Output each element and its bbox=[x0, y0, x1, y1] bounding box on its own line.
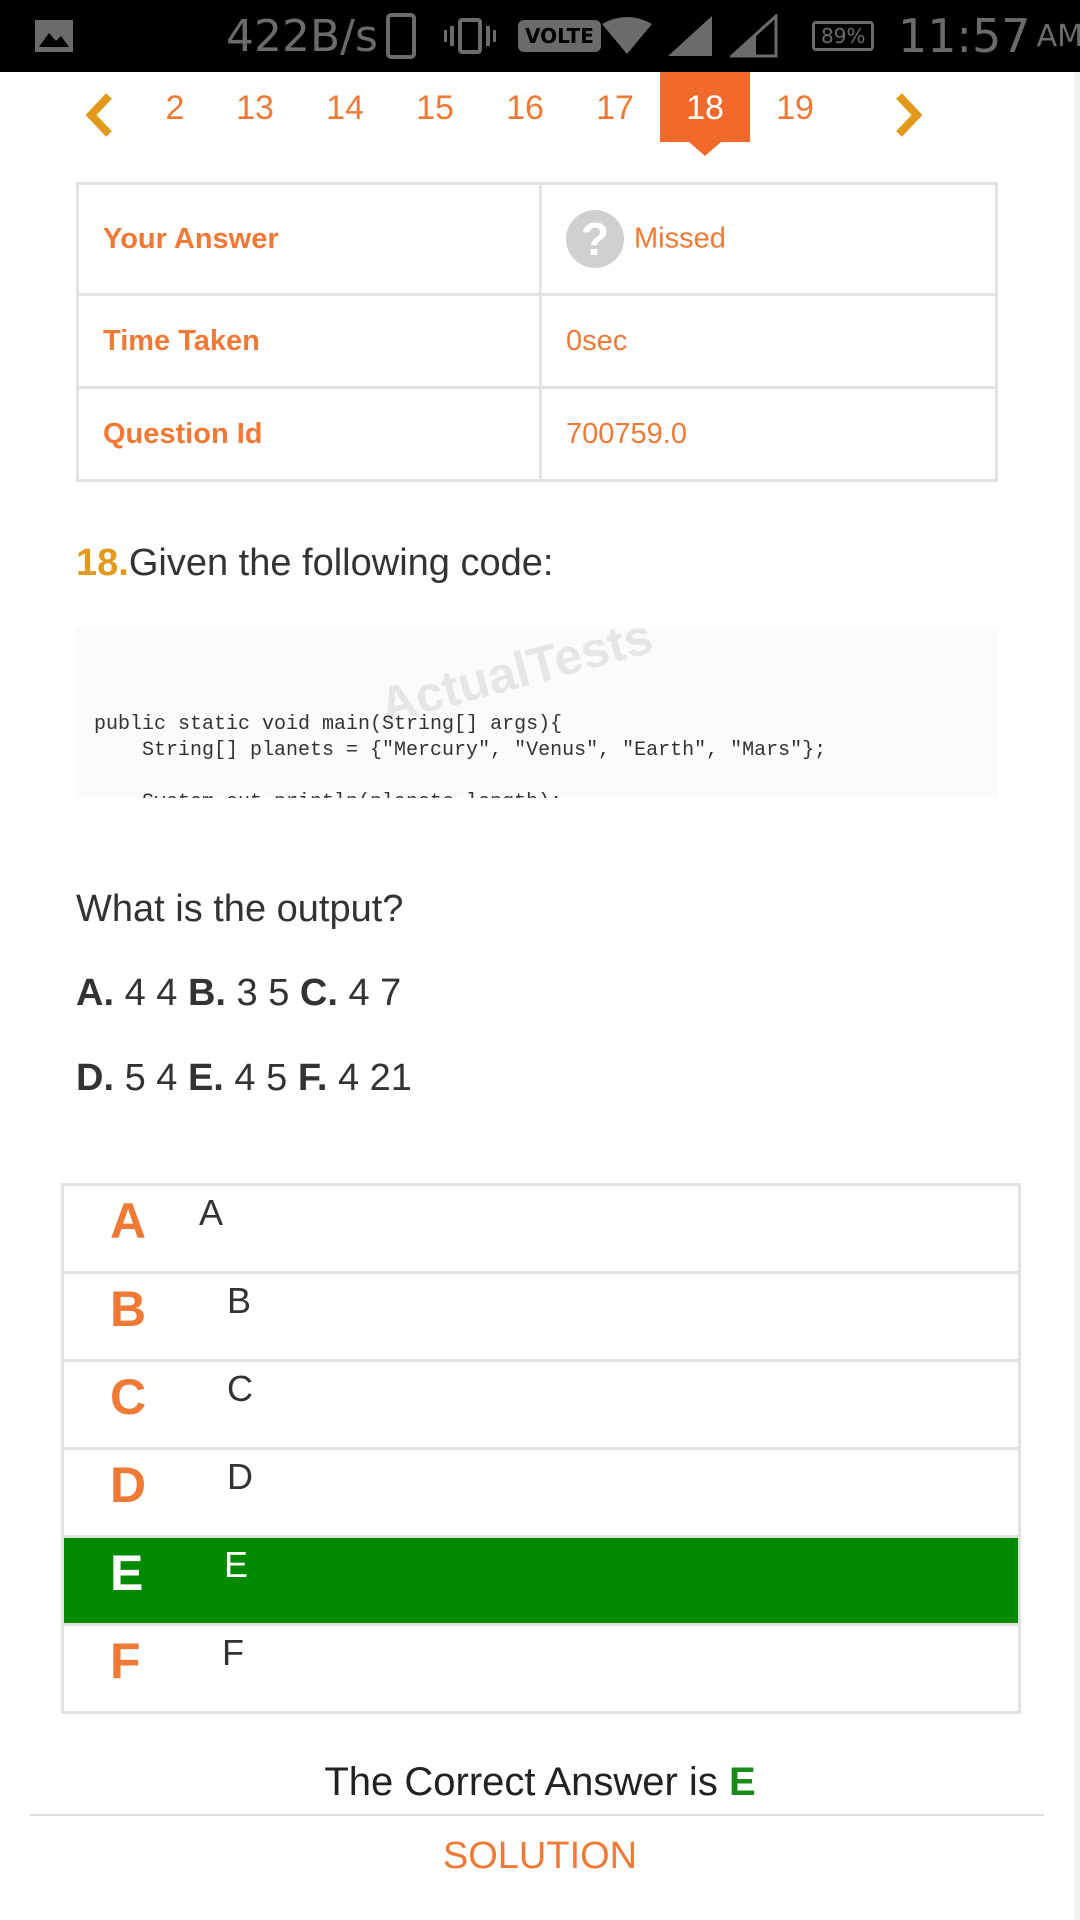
info-row-question-id: Question Id 700759.0 bbox=[76, 386, 998, 482]
chevron-right-icon[interactable] bbox=[884, 90, 934, 140]
code-image: ActualTests public static void main(Stri… bbox=[76, 628, 998, 798]
page-link[interactable]: 2 bbox=[130, 72, 220, 142]
choice-value: 4 21 bbox=[337, 1057, 412, 1099]
option-row-e-correct[interactable]: E E bbox=[64, 1538, 1018, 1626]
info-key: Question Id bbox=[76, 386, 542, 482]
gallery-icon bbox=[34, 0, 74, 72]
info-row-your-answer: Your Answer ? Missed bbox=[76, 182, 998, 296]
page-link[interactable]: 15 bbox=[390, 72, 480, 142]
result-info-table: Your Answer ? Missed Time Taken 0sec Ques… bbox=[76, 182, 998, 482]
page-link[interactable]: 16 bbox=[480, 72, 570, 142]
option-row-a[interactable]: A A bbox=[64, 1186, 1018, 1274]
choice-label: B. bbox=[187, 972, 226, 1014]
correct-answer-label: The Correct Answer is bbox=[324, 1760, 718, 1804]
info-key: Your Answer bbox=[76, 182, 542, 296]
vibrate-icon bbox=[444, 0, 496, 72]
status-bar: 422B/s VOLTE 89% 11:57 AM bbox=[0, 0, 1080, 72]
wifi-icon bbox=[600, 0, 654, 72]
signal-icon bbox=[730, 0, 784, 72]
info-row-time-taken: Time Taken 0sec bbox=[76, 293, 998, 389]
choice-label: A. bbox=[76, 972, 114, 1014]
page-link[interactable]: 13 bbox=[210, 72, 300, 142]
page-link[interactable]: 19 bbox=[750, 72, 840, 142]
choice-label: C. bbox=[299, 972, 338, 1014]
phone-icon bbox=[386, 0, 416, 72]
choice-value: 4 7 bbox=[348, 972, 402, 1014]
question-text: Given the following code: bbox=[128, 542, 554, 584]
choice-value: 4 4 bbox=[124, 972, 178, 1014]
choice-value: 4 5 bbox=[234, 1057, 288, 1099]
info-key: Time Taken bbox=[76, 293, 542, 389]
choice-label: E. bbox=[187, 1057, 224, 1099]
network-speed: 422B/s bbox=[226, 10, 378, 62]
question-mark-icon: ? bbox=[566, 210, 624, 268]
option-letter: E bbox=[110, 1545, 144, 1601]
option-letter: D bbox=[110, 1457, 147, 1513]
option-letter: B bbox=[110, 1281, 147, 1337]
option-text: C bbox=[227, 1368, 253, 1409]
option-row-d[interactable]: D D bbox=[64, 1450, 1018, 1538]
battery-icon: 89% bbox=[812, 0, 875, 72]
clock-ampm: AM bbox=[1036, 18, 1080, 54]
clock-time: 11:57 bbox=[898, 9, 1031, 63]
option-row-c[interactable]: C C bbox=[64, 1362, 1018, 1450]
missed-label: Missed bbox=[634, 222, 726, 255]
choices-line-1: A. 4 4 B. 3 5 C. 4 7 bbox=[76, 972, 401, 1015]
choice-value: 3 5 bbox=[236, 972, 290, 1014]
solution-button[interactable]: SOLUTION bbox=[0, 1835, 1080, 1878]
watermark: ActualTests bbox=[373, 628, 659, 735]
question-title: 18.Given the following code: bbox=[76, 542, 553, 585]
question-number: 18. bbox=[76, 542, 129, 584]
option-text: A bbox=[199, 1192, 224, 1233]
info-value: ? Missed bbox=[539, 182, 998, 296]
scroll-edge bbox=[1074, 72, 1080, 1920]
choice-label: F. bbox=[297, 1057, 328, 1099]
page-link[interactable]: 17 bbox=[570, 72, 660, 142]
page-link-active[interactable]: 18 bbox=[660, 72, 750, 142]
answer-options: A A B B C C D D E E F F bbox=[61, 1183, 1021, 1714]
correct-answer: The Correct Answer is E bbox=[0, 1760, 1080, 1805]
question-pager: 2 13 14 15 16 17 18 19 bbox=[0, 72, 1080, 172]
chevron-left-icon[interactable] bbox=[74, 90, 124, 140]
divider bbox=[30, 1814, 1044, 1816]
option-text: E bbox=[224, 1544, 249, 1585]
signal-icon bbox=[666, 0, 720, 72]
page-link[interactable]: 14 bbox=[300, 72, 390, 142]
volte-badge: VOLTE bbox=[518, 0, 601, 72]
choices-line-2: D. 5 4 E. 4 5 F. 4 21 bbox=[76, 1057, 412, 1100]
clock: 11:57 AM bbox=[898, 0, 1080, 72]
correct-answer-value: E bbox=[728, 1760, 756, 1804]
option-letter: F bbox=[110, 1633, 141, 1689]
choice-label: D. bbox=[76, 1057, 114, 1099]
option-letter: C bbox=[110, 1369, 147, 1425]
choice-value: 5 4 bbox=[124, 1057, 178, 1099]
option-text: F bbox=[222, 1632, 244, 1673]
option-row-b[interactable]: B B bbox=[64, 1274, 1018, 1362]
info-value: 0sec bbox=[539, 293, 998, 389]
option-letter: A bbox=[110, 1193, 147, 1249]
question-prompt: What is the output? bbox=[76, 888, 404, 930]
code-block: public static void main(String[] args){ … bbox=[94, 713, 827, 798]
option-row-f[interactable]: F F bbox=[64, 1626, 1018, 1711]
option-text: D bbox=[227, 1456, 253, 1497]
active-page-pointer bbox=[689, 142, 721, 156]
info-value: 700759.0 bbox=[539, 386, 998, 482]
option-text: B bbox=[227, 1280, 252, 1321]
